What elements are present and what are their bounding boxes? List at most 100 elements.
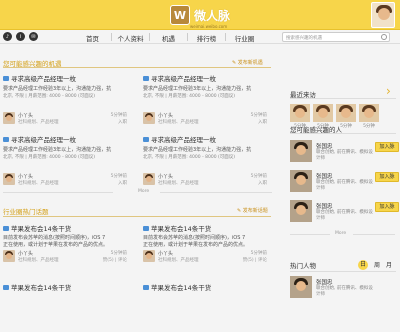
topic-icon: [143, 284, 149, 290]
poster-name[interactable]: 小丫头: [18, 250, 33, 257]
person-avatar[interactable]: [290, 170, 312, 192]
job-card[interactable]: 寻求高级产品经理一枚 要求产品经理工作经验3年以上，沟通能力强，抗 北京, 不限…: [3, 73, 133, 131]
user-avatar[interactable]: [371, 2, 395, 28]
topic-icon: [143, 225, 149, 231]
top-header: W 微人脉 weimai.weibo.com: [0, 0, 400, 30]
job-card[interactable]: 寻求高级产品经理一枚 要求产品经理工作经验3年以上，沟通能力强，抗 北京, 不限…: [143, 134, 273, 192]
topic-card[interactable]: 苹果发布会14条干货: [143, 282, 273, 332]
visitor-avatar[interactable]: [290, 104, 310, 122]
add-connection-button[interactable]: 加入脉: [375, 202, 399, 212]
topic-stats[interactable]: 赞(5) | 评论: [243, 257, 267, 263]
logo-subtitle: weimai.weibo.com: [190, 24, 228, 29]
topic-title[interactable]: 苹果发布会14条干货: [11, 223, 71, 233]
tab-week[interactable]: 周: [374, 260, 380, 270]
nav-industry[interactable]: 行业圈: [226, 33, 263, 43]
logo-badge-icon: W: [170, 5, 190, 25]
info-icon[interactable]: i: [16, 32, 25, 41]
add-connection-button[interactable]: 加入脉: [375, 172, 399, 182]
topic-card[interactable]: 苹果发布会14条干货 目前发布会苏苹的消息(按照时间顺序)，iOS 7 正在使用，…: [143, 223, 273, 273]
poster-name[interactable]: 小丫头: [18, 173, 33, 180]
person-avatar[interactable]: [290, 140, 312, 162]
tab-month[interactable]: 月: [386, 260, 392, 270]
poster-avatar[interactable]: [143, 112, 155, 124]
topic-title[interactable]: 苹果发布会14条干货: [151, 282, 211, 292]
poster-tags: 社科规划、产品经理: [158, 120, 199, 125]
job-card[interactable]: 寻求高级产品经理一枚 要求产品经理工作经验3年以上，沟通能力强，抗 北京, 不限…: [143, 73, 273, 131]
nav-ranking[interactable]: 排行榜: [188, 33, 225, 43]
divider: [353, 234, 395, 235]
job-title[interactable]: 寻求高级产品经理一枚: [11, 134, 76, 144]
suggested-person[interactable]: 张国忠 联合创始, 前在腾讯、模拟设计师 加入脉: [290, 170, 400, 196]
poster-tags: 社科规划、产品经理: [158, 258, 199, 263]
job-desc: 要求产品经理工作经验3年以上，沟通能力强，抗: [3, 147, 112, 153]
person-name[interactable]: 张国忠: [316, 278, 333, 286]
search-icon[interactable]: [381, 34, 387, 40]
divider: [3, 192, 113, 193]
post-time: 5分钟前: [110, 251, 127, 256]
person-name[interactable]: 张国忠: [316, 172, 333, 180]
hot-people-tabs: 日 周 月: [358, 260, 392, 270]
job-meta: 北京, 不限 | 月薪范围: 4000 - 8000 (可面议): [143, 94, 236, 99]
post-job-link[interactable]: ✎ 发布新机遇: [232, 59, 263, 66]
chat-icon[interactable]: ✉: [29, 32, 38, 41]
nav-opportunities[interactable]: 机遇: [150, 33, 187, 43]
visitor-avatar[interactable]: [359, 104, 379, 122]
topic-card[interactable]: 苹果发布会14条干货 目前发布会苏苹的消息(按照时间顺序)，iOS 7 正在使用，…: [3, 223, 133, 273]
nav-home[interactable]: 首页: [74, 33, 111, 43]
apply-link[interactable]: 入职: [118, 180, 127, 186]
topic-stats[interactable]: 赞(5) | 评论: [103, 257, 127, 263]
apply-link[interactable]: 入职: [258, 180, 267, 186]
suggested-person[interactable]: 张国忠 联合创始, 前在腾讯、模拟设计师 加入脉: [290, 140, 400, 166]
apply-link[interactable]: 入职: [258, 119, 267, 125]
job-title[interactable]: 寻求高级产品经理一枚: [11, 73, 76, 83]
job-title[interactable]: 寻求高级产品经理一枚: [151, 73, 216, 83]
divider: [160, 192, 272, 193]
divider: [290, 271, 396, 272]
suggested-person[interactable]: 张国忠 联合创始, 前在腾讯、模拟设计师 加入脉: [290, 200, 400, 226]
post-topic-link[interactable]: ✎ 发布新话题: [237, 207, 268, 214]
poster-name[interactable]: 小丫头: [158, 173, 173, 180]
poster-name[interactable]: 小丫头: [158, 250, 173, 257]
visitor-item[interactable]: 5分钟: [359, 104, 379, 130]
person-desc: 联合创始, 前在腾讯、模拟设计师: [316, 180, 373, 191]
poster-avatar[interactable]: [143, 250, 155, 262]
job-card[interactable]: 寻求高级产品经理一枚 要求产品经理工作经验3年以上，沟通能力强，抗 北京, 不限…: [3, 134, 133, 192]
job-title[interactable]: 寻求高级产品经理一枚: [151, 134, 216, 144]
poster-avatar[interactable]: [143, 173, 155, 185]
topic-icon: [3, 225, 9, 231]
poster-name[interactable]: 小丫头: [18, 112, 33, 119]
visitor-avatar[interactable]: [336, 104, 356, 122]
post-time: 5分钟前: [110, 113, 127, 118]
job-meta: 北京, 不限 | 月薪范围: 4000 - 8000 (可面议): [143, 155, 236, 160]
apply-link[interactable]: 入职: [118, 119, 127, 125]
visitor-avatar[interactable]: [313, 104, 333, 122]
person-avatar[interactable]: [290, 276, 312, 298]
hot-person[interactable]: 张国忠 联合创始, 前在腾讯、模拟设计师: [290, 276, 400, 302]
person-desc: 联合创始, 前在腾讯、模拟设计师: [316, 210, 373, 221]
poster-avatar[interactable]: [3, 112, 15, 124]
right-sidebar: 最近来访 5分钟 5分钟 5分钟 5分钟 › 您可能感兴趣的人 张国忠 联合创始…: [283, 44, 400, 300]
nav-profile[interactable]: 个人资料: [112, 33, 149, 43]
poster-tags: 社科规划、产品经理: [158, 181, 199, 186]
topic-title[interactable]: 苹果发布会14条干货: [151, 223, 211, 233]
divider: [290, 98, 396, 99]
sound-icon[interactable]: ♪: [3, 32, 12, 41]
tab-day[interactable]: 日: [358, 260, 368, 270]
chevron-right-icon[interactable]: ›: [386, 84, 394, 98]
poster-avatar[interactable]: [3, 173, 15, 185]
person-avatar[interactable]: [290, 200, 312, 222]
search-input[interactable]: 搜索感兴趣的机遇: [282, 32, 390, 42]
poster-name[interactable]: 小丫头: [158, 112, 173, 119]
more-people-link[interactable]: More: [335, 231, 346, 236]
pin-icon: [143, 136, 149, 142]
topic-title[interactable]: 苹果发布会14条干货: [11, 282, 71, 292]
more-jobs-link[interactable]: More: [138, 189, 149, 194]
topic-card[interactable]: 苹果发布会14条干货: [3, 282, 133, 332]
logo[interactable]: W 微人脉: [170, 5, 230, 25]
poster-avatar[interactable]: [3, 250, 15, 262]
divider: [290, 234, 330, 235]
person-name[interactable]: 张国忠: [316, 142, 333, 150]
job-desc: 要求产品经理工作经验3年以上，沟通能力强，抗: [143, 86, 252, 92]
add-connection-button[interactable]: 加入脉: [375, 142, 399, 152]
person-name[interactable]: 张国忠: [316, 202, 333, 210]
